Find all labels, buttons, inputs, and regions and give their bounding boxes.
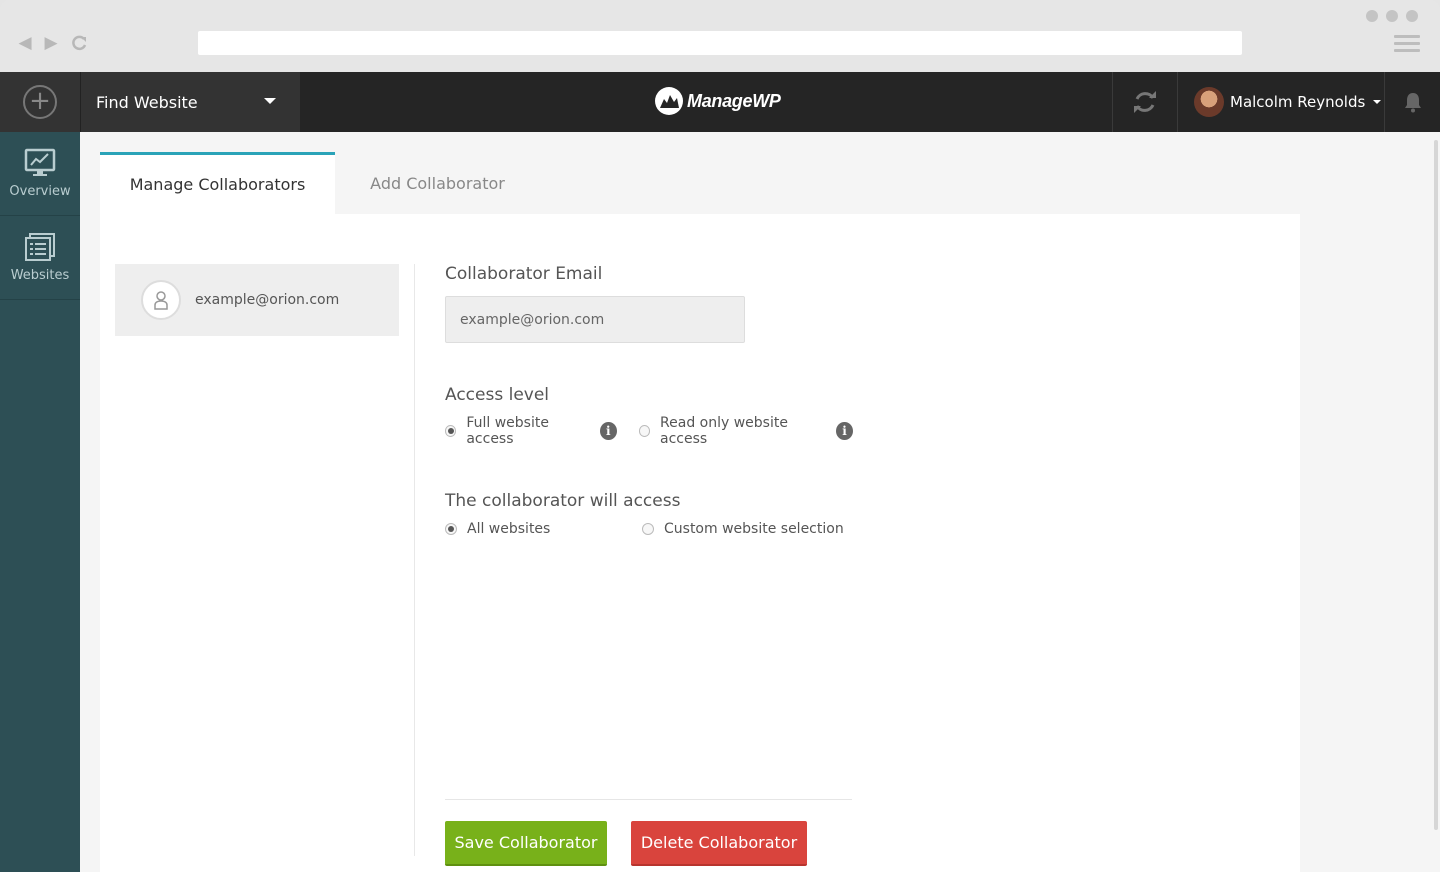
- websites-list-icon: [25, 233, 55, 261]
- user-placeholder-icon: [141, 280, 181, 320]
- find-website-label: Find Website: [96, 92, 198, 112]
- radio-read-only-access[interactable]: Read only website access i: [638, 415, 853, 447]
- collaborator-list: example@orion.com: [115, 264, 399, 336]
- website-scope-section: The collaborator will access All website…: [445, 491, 853, 537]
- browser-chrome: ◀ ▶: [0, 0, 1440, 72]
- plus-icon: +: [23, 85, 57, 119]
- sidebar-item-label: Websites: [10, 268, 70, 283]
- divider: [445, 799, 852, 800]
- back-icon[interactable]: ◀: [16, 34, 34, 52]
- radio-label: Read only website access: [660, 415, 788, 447]
- info-icon[interactable]: i: [836, 422, 853, 440]
- sidebar-item-websites[interactable]: Websites: [0, 216, 80, 300]
- sidebar: Overview Websites: [0, 132, 80, 872]
- monitor-chart-icon: [24, 148, 56, 176]
- sidebar-item-label: Overview: [9, 184, 71, 199]
- notifications-button[interactable]: [1384, 72, 1440, 132]
- radio-label: Custom website selection: [664, 521, 844, 537]
- caret-down-icon: [1373, 100, 1382, 104]
- sidebar-item-overview[interactable]: Overview: [0, 132, 80, 216]
- sync-button[interactable]: [1112, 72, 1178, 132]
- tab-manage-collaborators[interactable]: Manage Collaborators: [100, 152, 335, 214]
- address-bar[interactable]: [198, 31, 1242, 55]
- radio-label: All websites: [467, 521, 551, 537]
- radio-full-access[interactable]: Full website access i: [445, 415, 617, 447]
- forward-icon[interactable]: ▶: [42, 34, 60, 52]
- save-collaborator-button[interactable]: Save Collaborator: [445, 821, 607, 866]
- list-item[interactable]: example@orion.com: [115, 264, 399, 336]
- radio-all-websites[interactable]: All websites: [445, 521, 642, 537]
- scrollbar[interactable]: [1430, 132, 1440, 872]
- browser-menu-icon[interactable]: [1394, 35, 1420, 53]
- bell-icon: [1404, 93, 1421, 113]
- access-level-label: Access level: [445, 385, 550, 405]
- collaborator-email: example@orion.com: [195, 292, 340, 308]
- collaborator-panel: example@orion.com Collaborator Email Acc…: [100, 214, 1300, 872]
- find-website-dropdown[interactable]: Find Website: [80, 72, 300, 132]
- caret-down-icon: [264, 98, 276, 104]
- main-content: Manage Collaborators Add Collaborator ex…: [80, 132, 1440, 872]
- add-website-button[interactable]: +: [0, 72, 80, 132]
- tab-add-collaborator[interactable]: Add Collaborator: [335, 152, 540, 214]
- top-bar: + Find Website ManageWP Malcolm Reynolds: [0, 72, 1440, 132]
- logo-text: ManageWP: [687, 90, 781, 111]
- avatar: [1194, 87, 1224, 117]
- radio-button[interactable]: [638, 425, 651, 437]
- email-label: Collaborator Email: [445, 264, 603, 284]
- logo-mark-icon: [655, 87, 683, 115]
- radio-button[interactable]: [445, 425, 457, 437]
- divider: [414, 264, 415, 856]
- scope-label: The collaborator will access: [445, 491, 681, 511]
- radio-button[interactable]: [642, 523, 654, 535]
- user-menu[interactable]: Malcolm Reynolds: [1178, 72, 1384, 132]
- delete-collaborator-button[interactable]: Delete Collaborator: [631, 821, 807, 866]
- managewp-logo[interactable]: ManageWP: [655, 86, 781, 116]
- reload-icon[interactable]: [70, 34, 88, 52]
- tab-bar: Manage Collaborators Add Collaborator: [100, 152, 540, 214]
- user-name: Malcolm Reynolds: [1230, 93, 1366, 111]
- info-icon[interactable]: i: [599, 422, 617, 440]
- radio-label: Full website access: [466, 415, 549, 447]
- radio-custom-selection[interactable]: Custom website selection: [642, 521, 844, 537]
- sync-icon: [1134, 91, 1156, 113]
- collaborator-form: Collaborator Email Access level Full web…: [445, 264, 853, 537]
- radio-button[interactable]: [445, 523, 457, 535]
- email-field[interactable]: [445, 296, 745, 343]
- access-level-section: Access level Full website access i Read …: [445, 385, 853, 447]
- window-controls: [1366, 10, 1418, 22]
